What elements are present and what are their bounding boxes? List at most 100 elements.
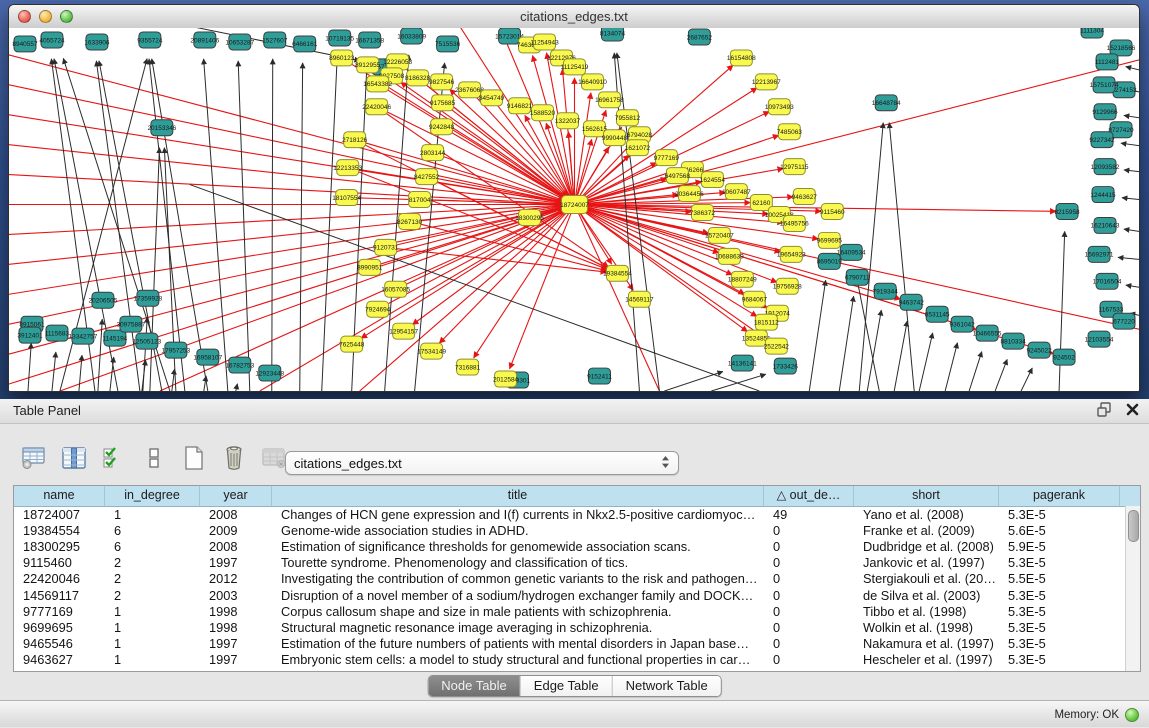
graph-node[interactable]: 14569117 <box>625 291 654 307</box>
graph-node[interactable]: 9355724 <box>137 32 163 48</box>
graph-node[interactable]: 9146821 <box>507 98 533 114</box>
graph-node[interactable]: 1527607 <box>262 32 288 48</box>
graph-node[interactable]: 16210643 <box>1091 217 1120 233</box>
graph-node[interactable]: 8912955 <box>355 57 381 73</box>
graph-node[interactable]: 12213353 <box>333 160 362 176</box>
graph-node[interactable]: 1633906 <box>84 34 110 50</box>
graph-node[interactable]: 12505123 <box>132 333 161 349</box>
graph-node[interactable]: 20364456 <box>675 186 704 202</box>
tab-node-table[interactable]: Node Table <box>428 676 521 696</box>
graph-node[interactable]: 16409534 <box>837 244 866 260</box>
graph-node[interactable]: 7924694 <box>365 301 391 317</box>
graph-node[interactable]: 7386372 <box>690 205 716 221</box>
graph-node[interactable]: 16958107 <box>193 349 222 365</box>
close-panel-icon[interactable] <box>1126 403 1139 416</box>
graph-node[interactable]: 9827546 <box>429 74 455 90</box>
table-row[interactable]: 1938455462009Genome-wide association stu… <box>14 522 1126 538</box>
clear-selection-button[interactable] <box>140 443 168 473</box>
graph-node[interactable]: 9245022 <box>1026 342 1052 358</box>
window-titlebar[interactable]: citations_edges.txt <box>9 5 1139 29</box>
graph-node[interactable]: 16154808 <box>727 50 756 66</box>
column-header[interactable]: title <box>272 486 764 506</box>
graph-node[interactable]: 2012584 <box>493 371 519 387</box>
table-row[interactable]: 1456911722003Disruption of a novel membe… <box>14 587 1126 603</box>
graph-node[interactable]: 9175685 <box>430 95 456 111</box>
graph-node[interactable]: 9777169 <box>654 150 680 166</box>
tab-network-table[interactable]: Network Table <box>613 676 721 696</box>
table-row[interactable]: 911546021997Tourette syndrome. Phenomeno… <box>14 555 1126 571</box>
graph-node[interactable]: 817004 <box>409 192 431 208</box>
column-header[interactable]: name <box>14 486 105 506</box>
graph-node[interactable]: 10607487 <box>722 184 751 200</box>
graph-node[interactable]: 16782753 <box>225 357 254 373</box>
table-row[interactable]: 1872400712008Changes of HCN gene express… <box>14 506 1126 522</box>
graph-node[interactable]: 22420046 <box>362 99 391 115</box>
graph-node[interactable]: 1115683 <box>45 325 70 341</box>
graph-node[interactable]: 12975115 <box>780 159 809 175</box>
graph-node[interactable]: 1621072 <box>625 140 651 156</box>
table-row[interactable]: 969969511998Structural magnetic resonanc… <box>14 619 1126 635</box>
graph-node[interactable]: 8267130 <box>397 213 423 229</box>
graph-node[interactable]: 677220 <box>1113 313 1135 329</box>
graph-node[interactable]: 8990951 <box>357 259 383 275</box>
graph-node[interactable]: 16648784 <box>872 95 901 111</box>
show-columns-button[interactable] <box>60 443 88 473</box>
graph-node[interactable]: 1624554 <box>700 172 726 188</box>
graph-node[interactable]: 7919344 <box>873 283 899 299</box>
graph-node[interactable]: 9463627 <box>792 189 818 205</box>
graph-node[interactable]: 16543382 <box>363 76 392 92</box>
table-row[interactable]: 977716911998Corpus callosum shape and si… <box>14 603 1126 619</box>
graph-node[interactable]: 6790711 <box>845 269 870 285</box>
graph-node[interactable]: 16640910 <box>578 74 607 90</box>
graph-node[interactable]: 17016504 <box>1093 273 1122 289</box>
graph-node[interactable]: 1112481 <box>1095 54 1120 70</box>
graph-node[interactable]: 15751074 <box>1090 77 1119 93</box>
graph-node[interactable]: 9120731 <box>373 239 399 255</box>
graph-node[interactable]: 18807249 <box>728 271 757 287</box>
graph-node[interactable]: 1322037 <box>555 113 581 129</box>
table-row[interactable]: 946554611997Estimation of the future num… <box>14 636 1126 652</box>
graph-node[interactable]: 11254943 <box>530 34 559 50</box>
graph-node[interactable]: 19654923 <box>777 246 806 262</box>
graph-node[interactable]: 9152411 <box>587 368 612 384</box>
float-panel-icon[interactable] <box>1097 402 1112 417</box>
graph-node[interactable]: 8940557 <box>12 36 38 52</box>
graph-node[interactable]: 9129966 <box>1092 104 1118 120</box>
table-row[interactable]: 1830029562008Estimation of significance … <box>14 538 1126 554</box>
table-row[interactable]: 2242004622012Investigating the contribut… <box>14 571 1126 587</box>
graph-node[interactable]: 14136141 <box>728 355 757 371</box>
graph-node[interactable]: 12103554 <box>1085 331 1114 347</box>
graph-node[interactable]: 12213967 <box>752 74 781 90</box>
graph-node[interactable]: 8186328 <box>405 70 431 86</box>
graph-node[interactable]: 1815112 <box>754 314 779 330</box>
column-header[interactable]: pagerank <box>999 486 1120 506</box>
tab-edge-table[interactable]: Edge Table <box>521 676 613 696</box>
graph-node[interactable]: 12954157 <box>389 323 418 339</box>
graph-node[interactable]: 7955812 <box>615 110 641 126</box>
graph-node[interactable]: 9361042 <box>950 316 976 332</box>
graph-node[interactable]: 16033809 <box>397 28 426 44</box>
graph-node[interactable]: 4055724 <box>39 32 65 48</box>
graph-node[interactable]: 10719135 <box>325 30 354 46</box>
graph-node[interactable]: 11125419 <box>561 59 589 75</box>
graph-node[interactable]: 20153346 <box>147 120 176 136</box>
graph-node[interactable]: 1244415 <box>1090 187 1116 203</box>
graph-node[interactable]: 9463742 <box>899 294 925 310</box>
graph-node[interactable]: 6497568 <box>665 168 691 184</box>
graph-node[interactable]: 20891406 <box>190 32 219 48</box>
graph-node[interactable]: 8134074 <box>600 28 626 41</box>
graph-node[interactable]: 1588520 <box>530 105 556 121</box>
graph-node[interactable]: 15720407 <box>705 227 734 243</box>
graph-node[interactable]: 30975887 <box>116 316 145 332</box>
graph-node[interactable]: 3912401 <box>17 327 43 343</box>
graph-node[interactable]: 10973493 <box>765 99 794 115</box>
graph-node[interactable]: 8454749 <box>479 90 505 106</box>
create-column-button[interactable] <box>180 443 208 473</box>
graph-node[interactable]: 8960123 <box>329 50 355 66</box>
table-mode-button[interactable] <box>20 443 48 473</box>
graph-node[interactable]: 16961758 <box>595 92 624 108</box>
graph-node[interactable]: 12093582 <box>1091 159 1120 175</box>
graph-node[interactable]: 19384554 <box>603 265 632 281</box>
graph-node[interactable]: 7316881 <box>455 359 481 375</box>
column-header[interactable]: in_degree <box>105 486 200 506</box>
